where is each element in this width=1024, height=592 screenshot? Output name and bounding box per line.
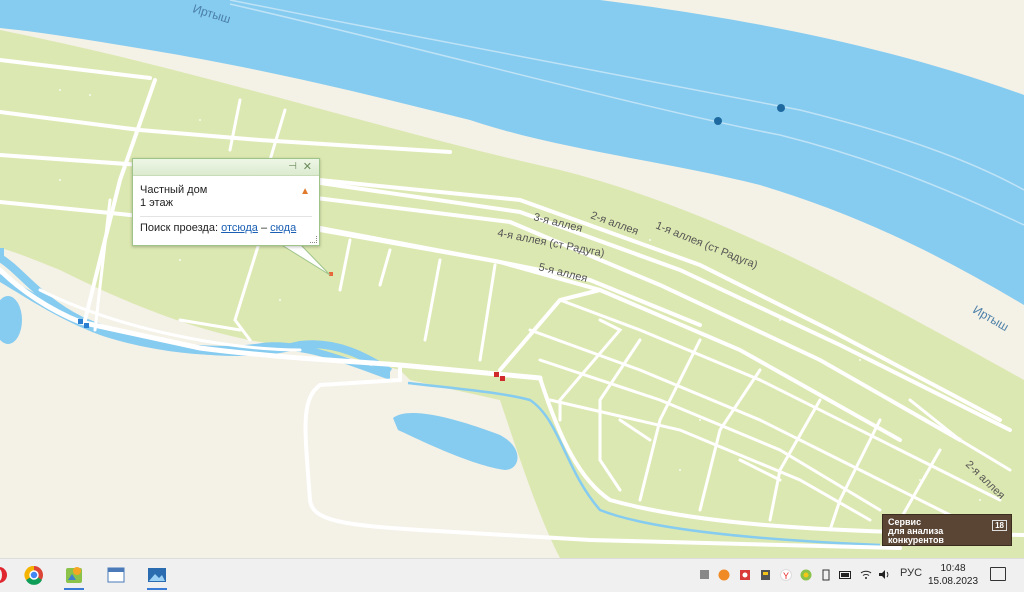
tray-app-icon[interactable] [718,568,730,581]
ad-line3: конкурентов [888,535,944,545]
place-popup: ⊣ ✕ Частный дом 1 этаж ▲ Поиск проезда: … [132,158,320,246]
bus-stop-icon [500,376,505,381]
close-icon[interactable]: ✕ [303,160,312,173]
notification-icon[interactable] [990,567,1006,581]
map-canvas[interactable]: Иртыш Иртыш 1-я аллея (ст Радуга) 2-я ал… [0,0,1024,558]
2gis-icon[interactable] [61,563,87,590]
opera-icon[interactable] [0,563,12,587]
chrome-icon[interactable] [21,563,47,587]
usb-icon[interactable] [820,568,832,581]
bus-stop-icon [84,323,89,328]
tray-app-icon[interactable] [759,568,771,581]
route-search: Поиск проезда: отсюда – сюда [140,222,312,235]
svg-text:Y: Y [783,571,789,581]
tray-app-icon[interactable] [739,568,751,581]
clock-date: 15.08.2023 [927,576,979,587]
bus-stop-icon [78,319,83,324]
route-dash: – [260,222,268,234]
pin-icon[interactable]: ⊣ [288,161,297,172]
tray-app-icon[interactable] [698,568,710,581]
clock-time: 10:48 [940,563,966,574]
route-from-link[interactable]: отсюда [221,222,258,234]
taskbar: Y РУС 10:48 15.08.2023 [0,558,1024,592]
language-indicator[interactable]: РУС [900,567,922,579]
clock[interactable]: 10:48 15.08.2023 [925,562,981,588]
photos-icon[interactable] [144,563,170,590]
route-label: Поиск проезда: [140,222,218,234]
bus-stop-icon [494,372,499,377]
popup-header: ⊣ ✕ [133,159,319,176]
window-app-icon[interactable] [103,563,129,587]
popup-title: Частный дом [140,184,208,196]
popup-body: Частный дом 1 этаж ▲ Поиск проезда: отсю… [133,176,319,235]
resize-handle[interactable] [310,236,317,243]
volume-icon[interactable] [878,568,890,581]
warning-icon[interactable]: ▲ [300,185,310,198]
popup-subtitle: 1 этаж [140,197,173,209]
yandex-icon[interactable]: Y [780,568,792,581]
route-to-link[interactable]: сюда [270,222,296,234]
map-svg[interactable]: Иртыш Иртыш 1-я аллея (ст Радуга) 2-я ал… [0,0,1024,558]
popup-divider [140,216,312,217]
tray-app-icon[interactable] [800,568,812,581]
battery-icon[interactable] [839,568,851,581]
buoy-icon [777,104,785,112]
buoy-icon [714,117,722,125]
ad-banner[interactable]: Сервис для анализа конкурентов 18 [882,514,1012,546]
wifi-icon[interactable] [860,568,872,581]
ad-age-badge: 18 [992,520,1007,531]
